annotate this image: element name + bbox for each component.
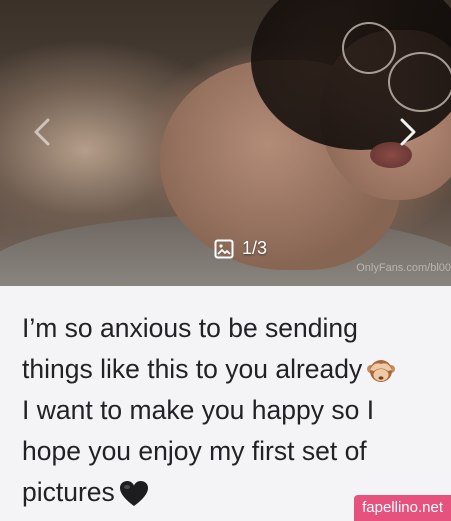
post-view: 1/3 OnlyFans.com/bl00 I’m so anxious to …: [0, 0, 451, 521]
photo-counter-label: 1/3: [242, 238, 268, 258]
site-badge: fapellino.net: [354, 495, 451, 521]
caption-line-3: I want to make you happy so I: [22, 395, 375, 425]
chevron-left-icon: [34, 118, 50, 146]
caption-line-1: I’m so anxious to be sending: [22, 313, 358, 343]
caption-line-5: pictures: [22, 477, 115, 507]
black-heart-icon: [119, 481, 148, 506]
previous-photo-button[interactable]: [22, 110, 62, 154]
caption-line-2: things like this to you already: [22, 354, 363, 384]
see-no-evil-monkey-icon: [367, 360, 396, 382]
post-caption: I’m so anxious to be sending things like…: [22, 308, 422, 513]
media-carousel[interactable]: 1/3 OnlyFans.com/bl00: [0, 0, 451, 286]
glasses-lens-right: [388, 52, 451, 112]
photo-counter: 1/3: [214, 238, 267, 259]
glasses-lens-left: [342, 22, 396, 74]
image-icon: [214, 239, 234, 258]
chevron-right-icon: [400, 118, 416, 146]
watermark-text: OnlyFans.com/bl00: [356, 262, 451, 274]
next-photo-button[interactable]: [388, 110, 428, 154]
caption-line-4: hope you enjoy my first set of: [22, 436, 367, 466]
